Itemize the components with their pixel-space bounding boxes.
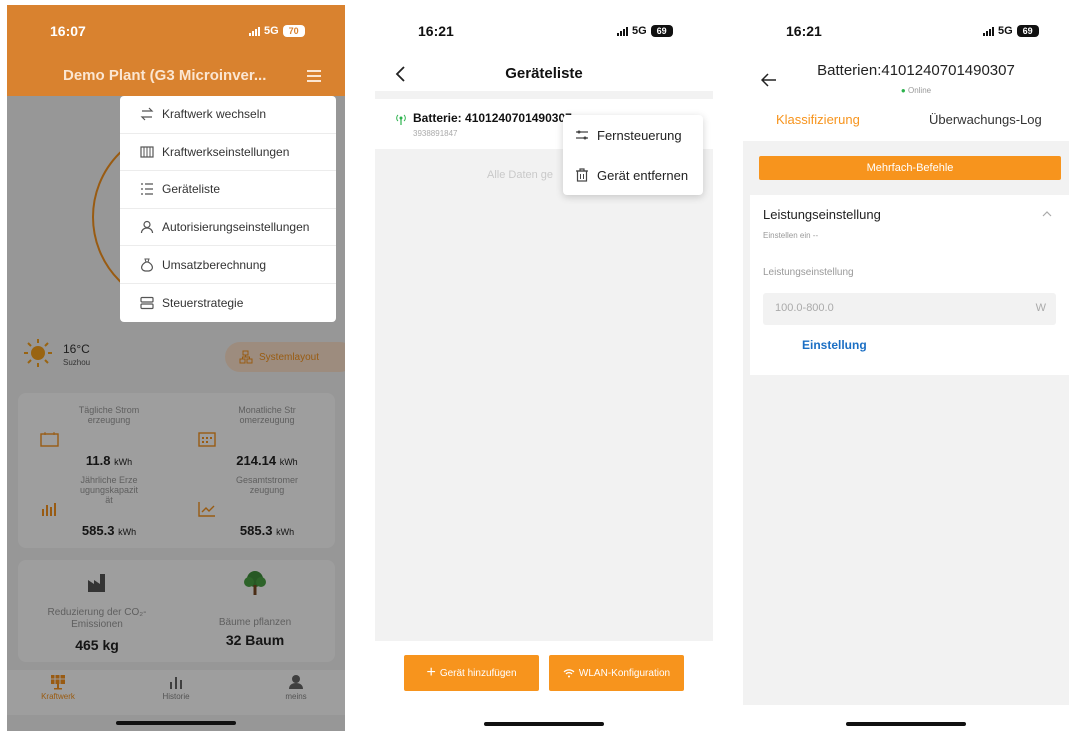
apply-setting-link[interactable]: Einstellung: [802, 338, 867, 352]
phone-screen-device-list: 16:21 5G 69 Geräteliste Batterie: 410124…: [375, 5, 713, 731]
unit-label: W: [1035, 302, 1046, 314]
tab-classification[interactable]: Klassifizierung: [776, 112, 860, 127]
page-title: Batterien:4101240701490307: [817, 62, 1015, 79]
strategy-icon: [140, 296, 154, 309]
remote-control-option[interactable]: Fernsteuerung: [563, 115, 703, 155]
menu-item-authorization[interactable]: Autorisierungseinstellungen: [120, 209, 336, 247]
battery-icon: 70: [282, 25, 305, 37]
remove-device-label: Gerät entfernen: [597, 167, 689, 183]
trash-icon: [576, 168, 588, 182]
status-time: 16:21: [418, 23, 454, 39]
network-label: 5G: [632, 25, 647, 37]
network-label: 5G: [264, 25, 279, 37]
signal-icon: [249, 26, 260, 36]
menu-item-label: Autorisierungseinstellungen: [162, 220, 310, 235]
plant-header: 16:07 5G 70 Demo Plant (G3 Microinver...: [7, 5, 345, 96]
menu-item-label: Geräteliste: [162, 182, 221, 197]
phone-screen-battery-detail: 16:21 5G 69 Batterien:4101240701490307 ●…: [743, 5, 1069, 731]
home-indicator[interactable]: [484, 722, 604, 726]
wlan-config-button[interactable]: WLAN-Konfiguration: [549, 655, 684, 691]
tab-monitoring-log[interactable]: Überwachungs-Log: [929, 112, 1042, 127]
plus-icon: +: [426, 664, 436, 681]
swap-icon: [140, 107, 154, 121]
menu-item-label: Umsatzberechnung: [162, 257, 267, 272]
battery-icon: 69: [650, 25, 673, 37]
antenna-icon: [396, 114, 406, 125]
device-action-popover: Fernsteuerung Gerät entfernen: [563, 115, 703, 195]
list-icon: [141, 183, 153, 196]
input-placeholder: 100.0-800.0: [775, 302, 834, 314]
status-time: 16:21: [786, 23, 822, 39]
add-device-button[interactable]: + Gerät hinzufügen: [404, 655, 539, 691]
device-name: Batterie: 4101240701490307: [413, 111, 572, 125]
signal-icon: [617, 26, 628, 36]
wifi-icon: [563, 669, 575, 678]
plant-dropdown-menu: Kraftwerk wechseln Kraftwerkseinstellung…: [120, 96, 336, 322]
money-bag-icon: [141, 258, 153, 272]
wlan-config-label: WLAN-Konfiguration: [578, 667, 671, 679]
status-time: 16:07: [50, 23, 86, 39]
field-label: Leistungseinstellung: [763, 267, 854, 278]
divider: [375, 91, 713, 99]
menu-item-device-list[interactable]: Geräteliste: [120, 171, 336, 209]
online-label: Online: [907, 86, 932, 95]
home-indicator[interactable]: [846, 722, 966, 726]
signal-icon: [983, 26, 994, 36]
phone-screen-plant: 16:07 5G 70 Demo Plant (G3 Microinver...…: [7, 5, 345, 731]
status-indicators: 5G 69: [617, 25, 673, 37]
menu-item-plant-settings[interactable]: Kraftwerkseinstellungen: [120, 134, 336, 172]
chevron-up-icon[interactable]: [1042, 211, 1052, 217]
battery-icon: 69: [1016, 25, 1039, 37]
plant-title[interactable]: Demo Plant (G3 Microinver...: [63, 67, 266, 84]
menu-item-revenue[interactable]: Umsatzberechnung: [120, 246, 336, 284]
menu-item-label: Kraftwerk wechseln: [162, 107, 267, 122]
power-input[interactable]: 100.0-800.0 W: [763, 293, 1056, 325]
plant-settings-icon: [140, 146, 154, 158]
add-device-label: Gerät hinzufügen: [439, 667, 517, 679]
hamburger-menu-icon[interactable]: [307, 70, 321, 85]
device-serial: 3938891847: [413, 129, 458, 138]
user-icon: [140, 220, 154, 234]
sliders-icon: [576, 130, 588, 140]
online-status: ● Online: [900, 86, 932, 95]
menu-item-switch-plant[interactable]: Kraftwerk wechseln: [120, 96, 336, 134]
remove-device-option[interactable]: Gerät entfernen: [563, 155, 703, 195]
menu-item-control-strategy[interactable]: Steuerstrategie: [120, 284, 336, 322]
page-title: Geräteliste: [505, 65, 583, 82]
menu-item-label: Kraftwerkseinstellungen: [162, 144, 290, 159]
home-indicator[interactable]: [116, 721, 236, 725]
section-subtitle: Einstellen ein --: [763, 231, 819, 240]
empty-hint: Alle Daten ge: [487, 169, 554, 181]
multi-command-button[interactable]: Mehrfach-Befehle: [759, 156, 1061, 180]
menu-item-label: Steuerstrategie: [162, 295, 244, 310]
network-label: 5G: [998, 25, 1013, 37]
status-indicators: 5G 70: [249, 25, 305, 37]
list-area: Alle Daten ge: [375, 149, 713, 641]
status-indicators: 5G 69: [983, 25, 1039, 37]
power-setting-card: Leistungseinstellung Einstellen ein -- L…: [750, 195, 1069, 375]
remote-control-label: Fernsteuerung: [597, 127, 682, 143]
section-title: Leistungseinstellung: [763, 207, 881, 222]
